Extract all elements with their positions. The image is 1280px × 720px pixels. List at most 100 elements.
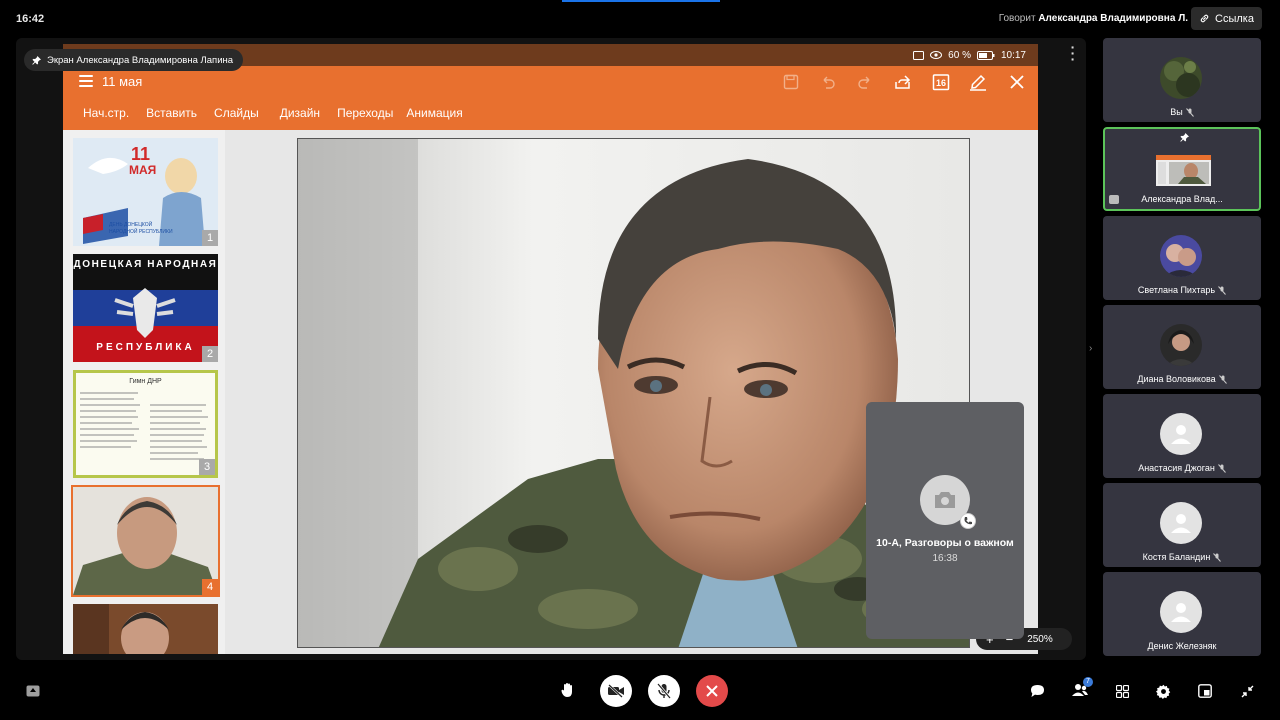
- grid-icon: [1115, 684, 1129, 698]
- slide-number-4: 4: [202, 579, 218, 595]
- presenter-screen-preview: [1156, 155, 1211, 186]
- collapse-panel-chevron-icon[interactable]: ›: [1089, 343, 1092, 354]
- minimize-call-button[interactable]: [24, 683, 42, 699]
- picture-in-picture-icon: [26, 685, 40, 697]
- copy-link-button[interactable]: Ссылка: [1191, 7, 1262, 30]
- person-icon: [1171, 603, 1191, 622]
- gear-icon: [1155, 684, 1170, 699]
- camera-off-icon: [608, 684, 624, 698]
- settings-button[interactable]: [1154, 682, 1172, 700]
- slide-number-1: 1: [202, 230, 218, 246]
- redo-icon[interactable]: [855, 72, 875, 92]
- slide-thumbnail-2[interactable]: ДОНЕЦКАЯ НАРОДНАЯ РЕСПУБЛИКА 2: [73, 254, 218, 362]
- close-icon[interactable]: [1007, 72, 1027, 92]
- zoom-level: 250%: [1027, 633, 1053, 645]
- document-title: 11 мая: [102, 74, 143, 89]
- slide-thumbnail-1[interactable]: 11 МАЯ ДЕНЬ ДОНЕЦКОЙ НАРОДНОЙ РЕСПУБЛИКИ…: [73, 138, 218, 246]
- tab-animation[interactable]: Анимация: [406, 106, 462, 120]
- avatar: [1160, 591, 1202, 633]
- avatar: [1160, 502, 1202, 544]
- participant-name-text: Анастасия Джоган: [1138, 463, 1215, 473]
- slide-4-portrait: [73, 487, 218, 595]
- participant-name-text: Александра Влад...: [1141, 194, 1223, 204]
- participant-name-text: Вы: [1170, 107, 1183, 117]
- participant-tile-self[interactable]: Вы: [1103, 38, 1261, 122]
- share-icon[interactable]: [893, 72, 913, 92]
- pin-icon: [1180, 133, 1189, 142]
- participant-name: Анастасия Джоган: [1103, 463, 1261, 473]
- participant-name: Денис Железняк: [1103, 641, 1261, 651]
- tab-slides[interactable]: Слайды: [214, 106, 259, 120]
- raise-hand-button[interactable]: [558, 680, 578, 700]
- mic-off-icon: [1185, 107, 1194, 117]
- camera-icon: [935, 492, 955, 508]
- participant-name-text: Костя Баландин: [1142, 552, 1211, 562]
- avatar: [1160, 235, 1202, 277]
- slide-5-portrait: [73, 604, 218, 654]
- participant-name: Александра Влад...: [1105, 194, 1259, 204]
- phone-call-icon: [960, 513, 976, 529]
- slide-thumbnail-5[interactable]: [73, 604, 218, 654]
- camera-avatar: [920, 475, 976, 529]
- participant-tile[interactable]: Диана Воловикова: [1103, 305, 1261, 389]
- end-call-button[interactable]: [696, 675, 728, 707]
- calendar-day: 16: [936, 78, 947, 88]
- copy-link-label: Ссылка: [1215, 12, 1254, 25]
- participant-name-text: Денис Железняк: [1147, 641, 1217, 651]
- slide-thumbnail-3[interactable]: Гимн ДНР 3: [73, 370, 218, 478]
- active-speaker: Говорит Александра Владимировна Л.: [999, 13, 1188, 24]
- tab-transitions[interactable]: Переходы: [337, 106, 393, 120]
- clock: 16:42: [16, 13, 45, 25]
- tab-design[interactable]: Дизайн: [280, 106, 320, 120]
- grid-view-button[interactable]: [1114, 683, 1130, 699]
- call-time: 16:38: [932, 553, 958, 564]
- participant-tile[interactable]: Светлана Пихтарь: [1103, 216, 1261, 300]
- save-icon[interactable]: [781, 72, 801, 92]
- speaker-prefix: Говорит: [998, 13, 1036, 24]
- presentation-app-bar: 11 мая 16 Нач.стр. Вставить Слайды Дизай…: [63, 66, 1038, 130]
- participant-tile[interactable]: Костя Баландин: [1103, 483, 1261, 567]
- edit-icon[interactable]: [968, 72, 988, 92]
- top-indicator: [562, 0, 720, 2]
- slide-3-title: Гимн ДНР: [129, 378, 162, 385]
- screen-share-owner: Экран Александра Владимировна Лапина: [47, 54, 234, 66]
- battery-percent: 60 %: [948, 49, 971, 61]
- ribbon-tabs: Нач.стр. Вставить Слайды Дизайн Переходы…: [83, 106, 480, 120]
- call-popup[interactable]: 10-А, Разговоры о важном 16:38: [866, 402, 1024, 639]
- avatar: [1160, 413, 1202, 455]
- slide-thumbnail-panel: 11 МАЯ ДЕНЬ ДОНЕЦКОЙ НАРОДНОЙ РЕСПУБЛИКИ…: [63, 130, 225, 654]
- undo-icon[interactable]: [818, 72, 838, 92]
- participant-name-text: Светлана Пихтарь: [1137, 285, 1216, 295]
- participant-tile[interactable]: Анастасия Джоган: [1103, 394, 1261, 478]
- window-mode-button[interactable]: [1196, 682, 1214, 700]
- more-options-button[interactable]: · · ·: [1068, 40, 1078, 66]
- eye-icon: [930, 51, 943, 59]
- mic-off-icon: [1218, 374, 1227, 384]
- tab-insert[interactable]: Вставить: [146, 106, 197, 120]
- participants-button[interactable]: 7: [1069, 677, 1093, 700]
- slide-1-month: МАЯ: [129, 163, 157, 177]
- participant-name: Диана Воловикова: [1103, 374, 1261, 384]
- tab-home[interactable]: Нач.стр.: [83, 106, 129, 120]
- collapse-arrows-icon: [1241, 685, 1253, 697]
- screen-share-label: Экран Александра Владимировна Лапина: [24, 49, 244, 71]
- chat-button[interactable]: [1028, 682, 1046, 700]
- person-icon: [1171, 514, 1191, 533]
- person-icon: [1171, 425, 1191, 444]
- mic-off-icon: [1217, 463, 1226, 473]
- slide-3-lyrics: [80, 392, 208, 460]
- calendar-icon[interactable]: 16: [931, 72, 951, 92]
- slide-1-date: 11: [131, 144, 151, 164]
- participant-tile[interactable]: Денис Железняк: [1103, 572, 1261, 656]
- pin-icon: [32, 55, 41, 65]
- slide-2-top-text: ДОНЕЦКАЯ НАРОДНАЯ: [73, 259, 218, 270]
- mic-off-button[interactable]: [648, 675, 680, 707]
- menu-icon[interactable]: [79, 75, 93, 87]
- camera-off-button[interactable]: [600, 675, 632, 707]
- slide-thumbnail-4[interactable]: 4: [71, 485, 220, 597]
- mic-off-icon: [1218, 285, 1226, 295]
- close-icon: [706, 685, 718, 697]
- collapse-button[interactable]: [1238, 682, 1256, 700]
- participant-tile-presenter[interactable]: Александра Влад...: [1103, 127, 1261, 211]
- slide-1-caption: ДЕНЬ ДОНЕЦКОЙ НАРОДНОЙ РЕСПУБЛИКИ: [109, 222, 173, 235]
